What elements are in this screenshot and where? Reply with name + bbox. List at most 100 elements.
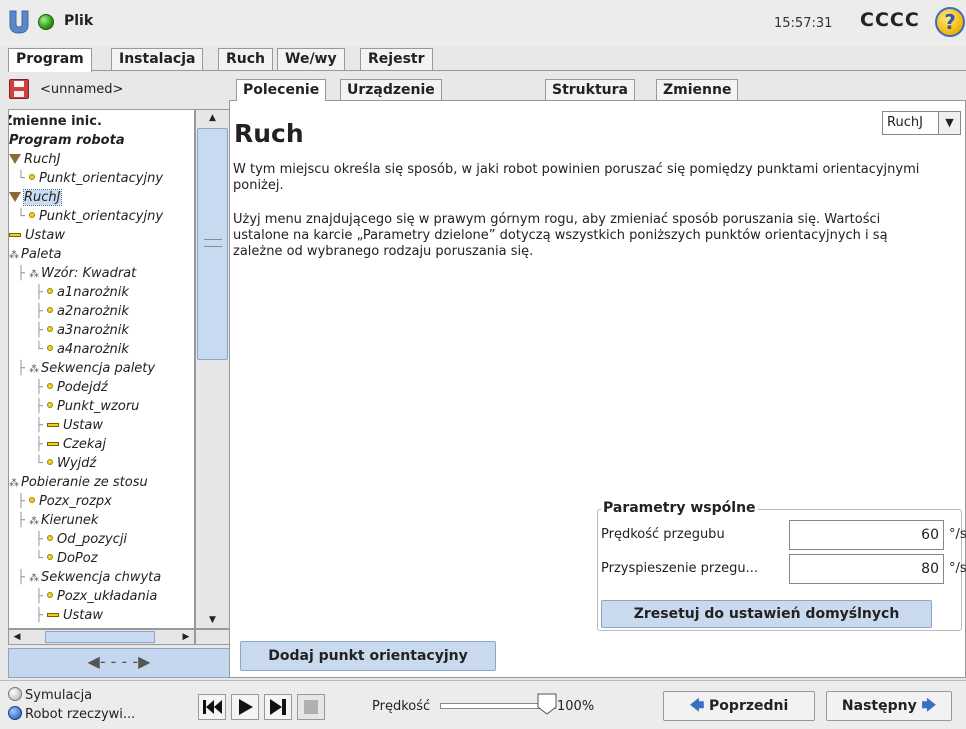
skip-back-icon	[203, 700, 222, 714]
scroll-left-icon[interactable]: ◀	[10, 630, 24, 644]
tree-node[interactable]: RuchJ	[9, 189, 62, 207]
tree-node-label: Czekaj	[62, 437, 106, 452]
tree-node[interactable]: ├ Pozx_układania	[35, 589, 157, 606]
step-button[interactable]	[264, 694, 292, 720]
waypoint-icon	[46, 288, 53, 294]
tree-node[interactable]: ├ a1narożnik	[35, 285, 129, 302]
tree-node[interactable]: ├ Pozx_rozpx	[17, 494, 112, 511]
tree-connector: ├	[17, 570, 29, 585]
save-icon[interactable]	[9, 79, 29, 99]
waypoint-icon	[28, 174, 35, 180]
move-type-select[interactable]: RuchJ ▼	[882, 111, 961, 135]
arrow-right-icon: 🡆	[921, 698, 937, 714]
tree-node-label: Podejdź	[56, 380, 108, 395]
previous-button[interactable]: 🡄 Poprzedni	[663, 691, 815, 721]
tab-io[interactable]: We/wy	[277, 48, 345, 70]
add-waypoint-button[interactable]: Dodaj punkt orientacyjny	[240, 641, 496, 671]
tree-node[interactable]: ├ ⁂ Sekwencja chwyta	[17, 570, 161, 587]
mode-real-robot-label: Robot rzeczywi...	[25, 707, 136, 722]
tree-node[interactable]: ├ a3narożnik	[35, 323, 129, 340]
mode-simulation-option[interactable]: Symulacja	[8, 687, 92, 703]
tree-node[interactable]: Program robota	[9, 133, 125, 150]
scroll-thumb[interactable]	[197, 128, 228, 360]
skip-to-start-button[interactable]	[198, 694, 226, 720]
tree-node-label: Ustaw	[25, 228, 65, 243]
tree-node[interactable]: ├ Punkt_wzoru	[35, 399, 139, 416]
program-tree[interactable]: Zmienne inic. Program robota RuchJ └ Punkt_…	[8, 109, 195, 629]
tree-node[interactable]: └ Punkt_orientacyjny	[17, 209, 163, 226]
waypoint-icon	[46, 307, 53, 313]
tree-node[interactable]: ├ ⁂ Wzór: Kwadrat	[17, 266, 136, 283]
tree-node-label: Program robota	[9, 133, 125, 148]
play-button[interactable]	[231, 694, 259, 720]
tree-node[interactable]: ├ Od_pozycji	[35, 532, 127, 549]
tree-node-label: Wzór: Kwadrat	[40, 266, 137, 281]
mode-real-robot-option[interactable]: Robot rzeczywi...	[8, 706, 135, 722]
tree-node-label: a4narożnik	[56, 342, 129, 357]
tree-node[interactable]: ├ Podejdź	[35, 380, 108, 397]
tree-node-label: Wyjdź	[56, 456, 97, 471]
tree-connector: ├	[35, 437, 47, 452]
tab-structure[interactable]: Struktura	[545, 79, 635, 100]
joint-acceleration-label: Przyspieszenie przegu...	[601, 561, 758, 576]
tree-node[interactable]: ├ a2narożnik	[35, 304, 129, 321]
tree-node[interactable]: └ Punkt_orientacyjny	[17, 171, 163, 188]
file-menu[interactable]: Plik	[64, 13, 93, 29]
tree-node[interactable]: Ustaw	[9, 228, 65, 245]
tree-node-label: Pozx_rozpx	[38, 494, 112, 509]
tree-connector: ├	[17, 266, 29, 281]
pallet-node-icon: ⁂	[28, 364, 39, 375]
tree-connector: └	[35, 342, 47, 357]
tab-command[interactable]: Polecenie	[236, 79, 327, 101]
arrow-left-icon: 🡄	[689, 698, 705, 714]
tree-node[interactable]: ⁂ Pobieranie ze stosu	[9, 475, 148, 492]
tree-node[interactable]: ├ ⁂ Sekwencja palety	[17, 361, 155, 378]
tab-installation[interactable]: Instalacja	[111, 48, 204, 70]
tree-node-label: Sekwencja palety	[40, 361, 156, 376]
tab-log[interactable]: Rejestr	[360, 48, 433, 70]
tree-vertical-scrollbar[interactable]: ▲ ▼	[195, 109, 230, 629]
speed-slider-thumb[interactable]	[537, 693, 557, 715]
tree-node[interactable]: ├ Ustaw	[35, 418, 103, 435]
stop-button[interactable]	[297, 694, 325, 720]
scroll-right-icon[interactable]: ▶	[179, 630, 193, 644]
pallet-node-icon: ⁂	[9, 478, 19, 489]
tree-node[interactable]: ├ Czekaj	[35, 437, 106, 454]
tree-node[interactable]: └ Wyjdź	[35, 456, 96, 473]
tree-node[interactable]: RuchJ	[9, 152, 61, 169]
program-name: <unnamed>	[40, 82, 124, 97]
tree-node-label: RuchJ	[24, 152, 61, 167]
radio-on-icon[interactable]	[8, 706, 22, 720]
tree-node[interactable]: Zmienne inic.	[9, 114, 102, 131]
radio-off-icon[interactable]	[8, 687, 22, 701]
tree-node[interactable]: ├ Ustaw	[35, 608, 103, 625]
joint-acceleration-input[interactable]: 80	[789, 554, 944, 584]
stop-icon	[304, 700, 318, 714]
waypoint-icon	[28, 497, 35, 503]
chevron-down-icon[interactable]: ▼	[938, 112, 960, 134]
tab-move[interactable]: Ruch	[218, 48, 274, 70]
tab-variables[interactable]: Zmienne	[656, 79, 739, 100]
tree-node[interactable]: ├ ⁂ Kierunek	[17, 513, 98, 530]
robot-name: CCCC	[860, 9, 920, 31]
reset-defaults-button[interactable]: Zresetuj do ustawień domyślnych	[601, 600, 932, 628]
tree-connector: ├	[17, 494, 29, 509]
scroll-up-icon[interactable]: ▲	[196, 110, 229, 126]
tree-node-label: Punkt_orientacyjny	[38, 209, 164, 224]
tab-graphics[interactable]: Urządzenie graficzne	[340, 79, 442, 118]
waypoint-icon	[46, 535, 53, 541]
horizontal-scroll-thumb[interactable]	[45, 631, 155, 643]
scroll-down-icon[interactable]: ▼	[196, 612, 229, 628]
tree-node[interactable]: └ a4narożnik	[35, 342, 129, 359]
tree-connector: └	[17, 209, 29, 224]
next-button[interactable]: Następny 🡆	[826, 691, 952, 721]
help-icon[interactable]: ?	[935, 7, 965, 37]
panel-resize-button[interactable]: ◀- - - -▶	[8, 648, 230, 678]
speed-value: 100%	[557, 699, 595, 714]
waypoint-icon	[46, 326, 53, 332]
tab-program[interactable]: Program	[8, 48, 92, 72]
tree-horizontal-scrollbar[interactable]: ◀ ▶	[8, 629, 195, 645]
joint-speed-input[interactable]: 60	[789, 520, 944, 550]
tree-node[interactable]: └ DoPoz	[35, 551, 98, 568]
tree-node[interactable]: ⁂ Paleta	[9, 247, 61, 264]
